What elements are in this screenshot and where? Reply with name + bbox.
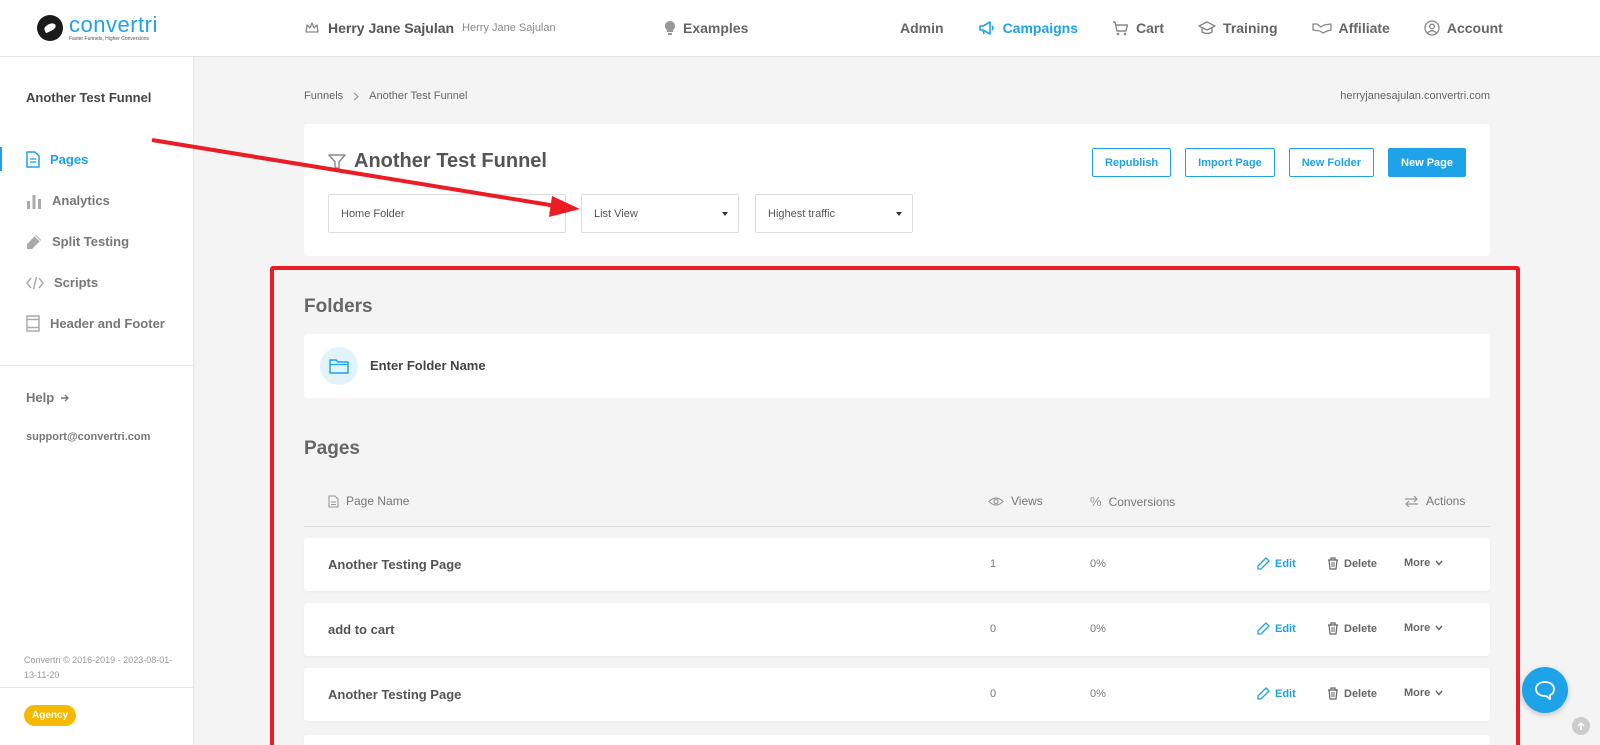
funnel-domain[interactable]: herryjanesajulan.convertri.com (1340, 90, 1490, 102)
code-icon (26, 276, 44, 289)
funnel-icon (328, 153, 346, 170)
nav-account[interactable]: Account (1424, 20, 1503, 36)
new-folder-button[interactable]: New Folder (1288, 148, 1375, 177)
examples-link[interactable]: Examples (664, 20, 748, 36)
new-page-button[interactable]: New Page (1388, 148, 1466, 177)
graduation-cap-icon (1198, 21, 1216, 35)
funnel-title-text: Another Test Funnel (354, 150, 547, 172)
funnel-title: Another Test Funnel (328, 150, 547, 173)
lightbulb-icon (665, 21, 675, 35)
arrow-right-icon (61, 394, 70, 401)
agency-badge: Agency (24, 705, 77, 726)
annotation-highlight-box (270, 266, 1520, 745)
nav-affiliate[interactable]: Affiliate (1311, 20, 1390, 36)
support-email[interactable]: support@convertri.com (26, 431, 150, 443)
page-icon (26, 151, 40, 168)
copyright: Convertri © 2016-2019 - 2023-08-01-13-11… (24, 655, 173, 680)
sidebar-item-scripts[interactable]: Scripts (0, 262, 193, 303)
nav-campaigns[interactable]: Campaigns (978, 20, 1078, 36)
chat-widget-button[interactable] (1522, 667, 1568, 713)
breadcrumb-current: Another Test Funnel (369, 90, 468, 102)
folder-select-value: Home Folder (341, 207, 405, 220)
brand-name: convertri (69, 12, 158, 37)
sidebar: Another Test Funnel Pages Analytics Spli… (0, 57, 194, 745)
sidebar-item-label: Scripts (54, 275, 99, 290)
nav-cart-label: Cart (1136, 20, 1165, 36)
caret-down-icon (722, 212, 728, 216)
sidebar-item-split-testing[interactable]: Split Testing (0, 221, 193, 262)
import-page-button[interactable]: Import Page (1185, 148, 1275, 177)
sidebar-item-pages[interactable]: Pages (0, 139, 193, 180)
sidebar-item-label: Pages (50, 152, 89, 167)
nav-admin[interactable]: Admin (900, 20, 944, 36)
breadcrumb-root[interactable]: Funnels (304, 90, 343, 102)
logo-mark-icon (37, 15, 63, 41)
arrow-up-icon (1577, 721, 1585, 730)
republish-button[interactable]: Republish (1091, 148, 1172, 177)
examples-label: Examples (683, 20, 749, 36)
view-select[interactable]: List View (581, 194, 739, 233)
cart-icon (1113, 21, 1129, 36)
nav-account-label: Account (1446, 20, 1503, 36)
sidebar-item-label: Split Testing (52, 234, 130, 249)
top-navbar: convertri Faster Funnels, Higher Convers… (0, 0, 1600, 57)
nav-training[interactable]: Training (1198, 20, 1278, 36)
chat-bubble-icon (1535, 681, 1555, 700)
caret-down-icon (896, 212, 902, 216)
flask-icon (27, 234, 41, 249)
crown-icon (305, 22, 319, 33)
help-link[interactable]: Help (26, 390, 70, 405)
main-nav: Admin Campaigns Cart Training Affiliate … (900, 20, 1537, 36)
nav-training-label: Training (1223, 20, 1278, 36)
nav-affiliate-label: Affiliate (1338, 20, 1390, 36)
view-select-value: List View (594, 207, 638, 220)
scroll-top-button[interactable] (1572, 717, 1590, 735)
help-label: Help (26, 390, 55, 405)
sort-select-value: Highest traffic (768, 207, 836, 220)
megaphone-icon (978, 21, 994, 35)
sidebar-divider (0, 687, 194, 688)
handshake-icon (1311, 23, 1332, 34)
breadcrumb: Funnels Another Test Funnel (304, 90, 467, 102)
funnel-header-card: Another Test Funnel Republish Import Pag… (304, 124, 1490, 256)
folder-select[interactable]: Home Folder (328, 194, 566, 233)
sidebar-item-header-footer[interactable]: Header and Footer (0, 303, 193, 344)
brand-logo[interactable]: convertri Faster Funnels, Higher Convers… (37, 14, 158, 42)
chevron-right-icon (353, 92, 360, 100)
sidebar-item-label: Header and Footer (50, 316, 165, 331)
bar-chart-icon (27, 194, 41, 209)
caret-down-icon (549, 212, 555, 216)
brand-tagline: Faster Funnels, Higher Conversions (69, 36, 150, 42)
user-name: Herry Jane Sajulan (328, 20, 455, 36)
nav-cart[interactable]: Cart (1112, 20, 1164, 36)
sidebar-divider (0, 365, 194, 366)
sidebar-item-label: Analytics (52, 193, 110, 208)
nav-campaigns-label: Campaigns (1002, 20, 1079, 36)
nav-admin-label: Admin (900, 20, 944, 36)
layout-icon (26, 315, 40, 332)
sidebar-funnel-title: Another Test Funnel (26, 90, 152, 105)
user-subname: Herry Jane Sajulan (462, 22, 556, 34)
sort-select[interactable]: Highest traffic (755, 194, 913, 233)
user-menu[interactable]: Herry Jane Sajulan Herry Jane Sajulan (304, 20, 556, 36)
user-circle-icon (1424, 20, 1440, 36)
sidebar-item-analytics[interactable]: Analytics (0, 180, 193, 221)
